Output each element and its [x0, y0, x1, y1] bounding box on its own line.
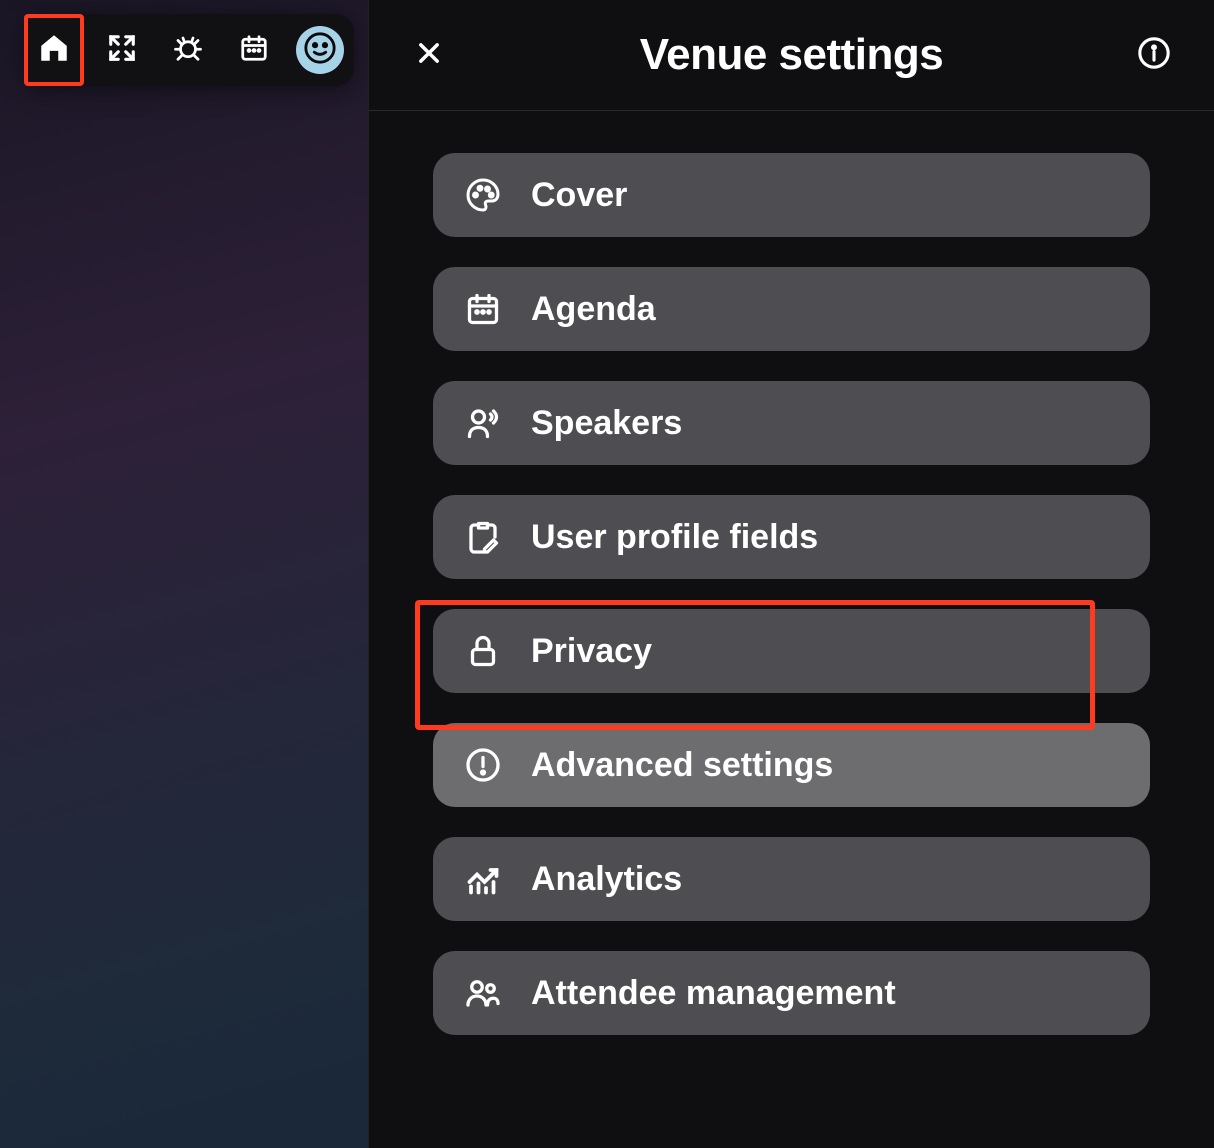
- close-icon: [415, 39, 443, 72]
- menu-label: Privacy: [531, 632, 652, 671]
- menu-label: User profile fields: [531, 518, 818, 557]
- home-icon: [37, 31, 71, 70]
- menu-item-privacy[interactable]: Privacy: [433, 609, 1150, 693]
- menu-label: Cover: [531, 176, 627, 215]
- menu-label: Analytics: [531, 860, 682, 899]
- expand-button[interactable]: [98, 26, 146, 74]
- lock-icon: [463, 631, 503, 671]
- menu-item-user-profile-fields[interactable]: User profile fields: [433, 495, 1150, 579]
- menu-label: Agenda: [531, 290, 656, 329]
- menu-label: Advanced settings: [531, 746, 833, 785]
- menu-label: Attendee management: [531, 974, 896, 1013]
- menu-label: Speakers: [531, 404, 682, 443]
- top-toolbar: [24, 14, 354, 86]
- debug-button[interactable]: [164, 26, 212, 74]
- info-icon: [1137, 36, 1171, 75]
- settings-menu: Cover Agenda: [369, 111, 1214, 1035]
- home-button[interactable]: [24, 14, 84, 86]
- alert-circle-icon: [463, 745, 503, 785]
- menu-item-agenda[interactable]: Agenda: [433, 267, 1150, 351]
- people-icon: [463, 973, 503, 1013]
- panel-title: Venue settings: [640, 30, 944, 80]
- menu-item-analytics[interactable]: Analytics: [433, 837, 1150, 921]
- calendar-icon: [463, 289, 503, 329]
- calendar-icon: [239, 33, 269, 68]
- bug-icon: [173, 33, 203, 68]
- menu-item-advanced-settings[interactable]: Advanced settings: [433, 723, 1150, 807]
- menu-item-cover[interactable]: Cover: [433, 153, 1150, 237]
- panel-header: Venue settings: [369, 0, 1214, 111]
- venue-settings-panel: Venue settings Cove: [368, 0, 1214, 1148]
- expand-icon: [107, 33, 137, 68]
- palette-icon: [463, 175, 503, 215]
- menu-item-attendee-management[interactable]: Attendee management: [433, 951, 1150, 1035]
- clipboard-edit-icon: [463, 517, 503, 557]
- menu-item-speakers[interactable]: Speakers: [433, 381, 1150, 465]
- close-button[interactable]: [411, 37, 447, 73]
- info-button[interactable]: [1136, 37, 1172, 73]
- analytics-icon: [463, 859, 503, 899]
- calendar-button[interactable]: [230, 26, 278, 74]
- avatar-icon: [303, 31, 337, 70]
- speaker-icon: [463, 403, 503, 443]
- profile-button[interactable]: [296, 26, 344, 74]
